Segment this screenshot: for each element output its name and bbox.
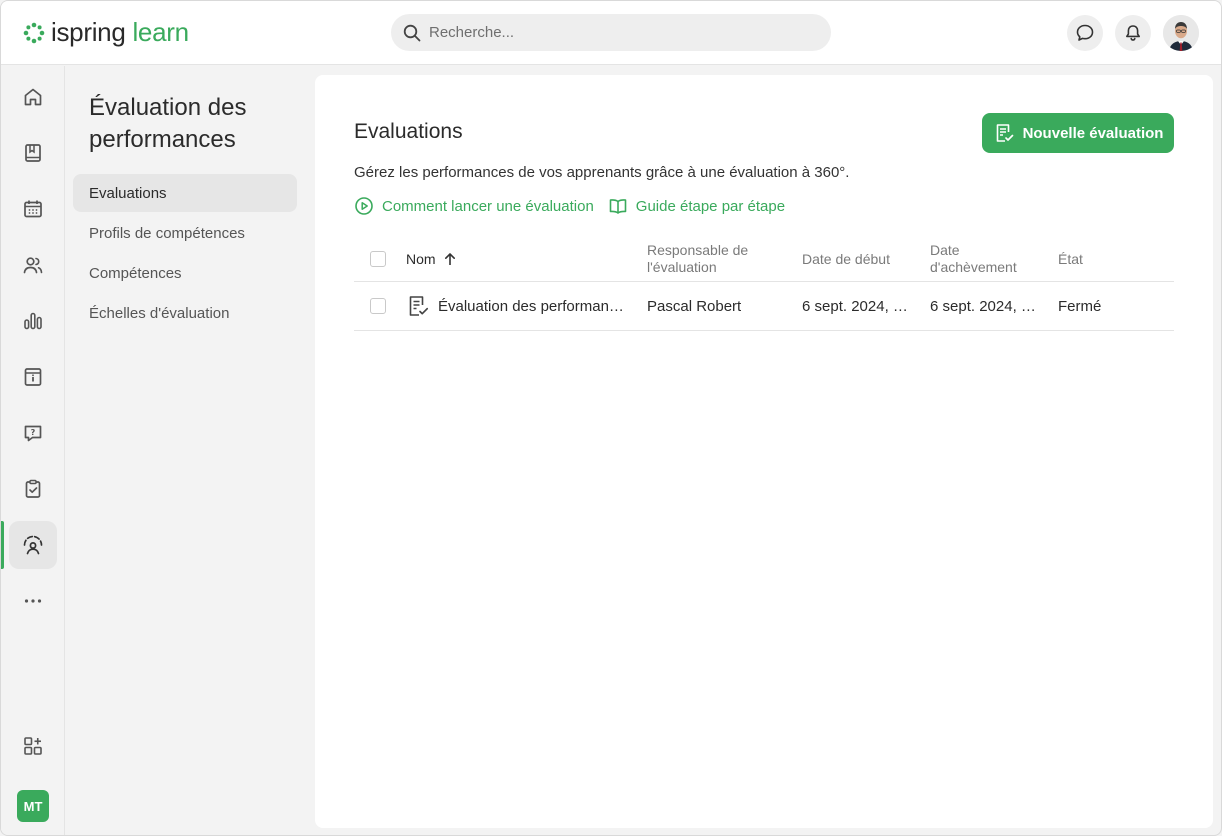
subnav-item-competencies[interactable]: Compétences — [73, 254, 297, 292]
user-photo — [1163, 15, 1199, 51]
bell-icon — [1126, 25, 1140, 41]
question-icon: ? — [24, 425, 42, 442]
svg-text:?: ? — [31, 428, 36, 437]
help-links: Comment lancer une évaluation Guide étap… — [354, 196, 785, 216]
subnav-item-rating-scales[interactable]: Échelles d'évaluation — [73, 294, 297, 332]
user-initials-badge[interactable]: MT — [17, 790, 49, 822]
evaluations-table: Nom Responsable de l'évaluation Date de … — [354, 237, 1174, 331]
new-evaluation-label: Nouvelle évaluation — [1022, 124, 1164, 142]
row-name-cell[interactable]: Évaluation des performan… — [406, 282, 626, 330]
top-bar: ispring learn — [1, 1, 1221, 65]
open-book-icon — [609, 199, 627, 214]
rail-reports[interactable] — [9, 297, 57, 345]
row-start-date: 6 sept. 2024, … — [802, 297, 908, 315]
logo[interactable]: ispring learn — [23, 17, 189, 48]
sort-ascending-icon — [444, 253, 455, 265]
users-icon — [23, 257, 43, 274]
row-checkbox[interactable] — [370, 298, 386, 314]
rail-performance[interactable] — [9, 521, 57, 569]
select-all-checkbox[interactable] — [370, 251, 386, 267]
column-header-name-label: Nom — [406, 250, 436, 267]
row-name: Évaluation des performan… — [438, 297, 624, 315]
how-to-link[interactable]: Comment lancer une évaluation — [354, 196, 594, 216]
chat-bubble-icon — [1076, 24, 1094, 41]
user-avatar[interactable] — [1163, 15, 1199, 51]
rail-more[interactable] — [9, 577, 57, 625]
rail-active-indicator — [1, 521, 4, 569]
page-description: Gérez les performances de vos apprenants… — [354, 164, 850, 181]
column-header-state[interactable]: État — [1058, 237, 1083, 281]
logo-text-learn: learn — [132, 17, 189, 47]
notifications-button[interactable] — [1115, 15, 1151, 51]
main-panel: Evaluations Nouvelle évaluation Gérez le… — [315, 75, 1213, 828]
left-rail: ? MT — [1, 66, 65, 835]
row-owner: Pascal Robert — [647, 297, 742, 315]
rail-home[interactable] — [9, 73, 57, 121]
row-select-cell — [370, 282, 386, 330]
logo-text: ispring learn — [51, 17, 189, 48]
new-evaluation-icon — [996, 124, 1013, 142]
rail-questions[interactable]: ? — [9, 409, 57, 457]
calendar-icon — [24, 200, 42, 218]
guide-link[interactable]: Guide étape par étape — [608, 196, 785, 216]
search-bar[interactable] — [391, 14, 831, 51]
chart-icon — [24, 312, 42, 330]
chat-button[interactable] — [1067, 15, 1103, 51]
rail-info-pages[interactable] — [9, 353, 57, 401]
rail-courses[interactable] — [9, 129, 57, 177]
table-header: Nom Responsable de l'évaluation Date de … — [354, 237, 1174, 282]
rail-tasks[interactable] — [9, 465, 57, 513]
row-end-date: 6 sept. 2024, … — [930, 297, 1036, 315]
play-circle-icon — [355, 197, 373, 215]
app-window: ispring learn Recherche... ? MT Évaluati… — [0, 0, 1222, 836]
ispring-logo-icon — [23, 22, 45, 43]
column-header-start-date[interactable]: Date de début — [802, 237, 912, 281]
performance-icon — [23, 535, 43, 555]
new-evaluation-button[interactable]: Nouvelle évaluation — [982, 113, 1174, 153]
info-page-icon — [24, 368, 42, 386]
home-icon — [24, 88, 42, 106]
more-icon — [24, 599, 42, 603]
subnav-item-competency-profiles[interactable]: Profils de compétences — [73, 214, 297, 252]
page-title: Evaluations — [354, 120, 463, 143]
apps-add-icon — [24, 737, 42, 755]
column-header-end-date[interactable]: Date d'achèvement — [930, 237, 1030, 281]
column-header-owner[interactable]: Responsable de l'évaluation — [647, 237, 782, 281]
clipboard-check-icon — [25, 479, 41, 498]
row-state: Fermé — [1058, 297, 1102, 315]
select-all-cell — [370, 237, 386, 281]
section-nav: Évaluation des performances Evaluations … — [65, 66, 313, 835]
how-to-link-label: Comment lancer une évaluation — [382, 197, 594, 215]
logo-text-ispring: ispring — [51, 17, 126, 47]
rail-apps[interactable] — [9, 722, 57, 770]
column-header-name[interactable]: Nom — [406, 237, 456, 281]
rail-users[interactable] — [9, 241, 57, 289]
guide-link-label: Guide étape par étape — [635, 197, 786, 215]
subnav-item-evaluations[interactable]: Evaluations — [73, 174, 297, 212]
search-input[interactable] — [429, 24, 809, 41]
rail-calendar[interactable] — [9, 185, 57, 233]
section-title: Évaluation des performances — [89, 94, 247, 153]
evaluation-doc-icon — [409, 296, 429, 316]
search-icon — [403, 24, 421, 41]
book-icon — [25, 144, 41, 162]
table-row[interactable]: Évaluation des performan… Pascal Robert … — [354, 282, 1174, 331]
